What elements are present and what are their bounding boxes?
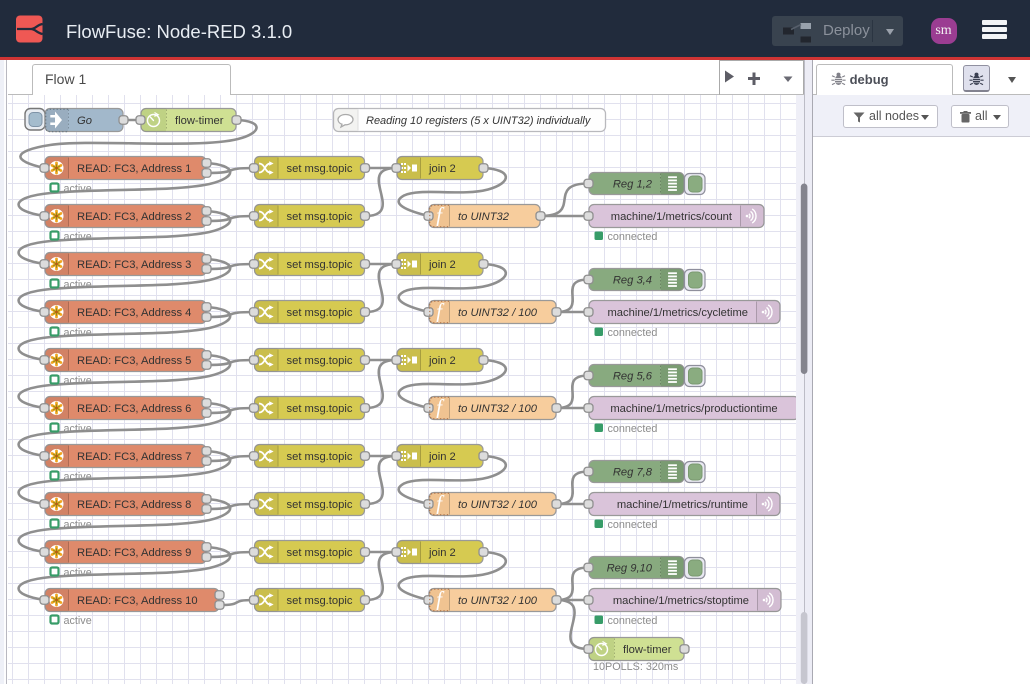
svg-text:machine/1/metrics/runtime: machine/1/metrics/runtime xyxy=(617,499,748,511)
svg-text:Go: Go xyxy=(77,115,92,127)
svg-text:Reg 7,8: Reg 7,8 xyxy=(613,467,653,479)
svg-text:READ: FC3, Address 3: READ: FC3, Address 3 xyxy=(77,259,191,271)
svg-text:to UINT32 / 100: to UINT32 / 100 xyxy=(458,499,538,511)
svg-text:active: active xyxy=(64,327,92,339)
svg-text:READ: FC3, Address 7: READ: FC3, Address 7 xyxy=(77,451,191,463)
svg-text:active: active xyxy=(64,231,92,243)
svg-text:to UINT32 / 100: to UINT32 / 100 xyxy=(458,307,538,319)
svg-text:f: f xyxy=(436,395,445,419)
svg-text:flow-timer: flow-timer xyxy=(175,115,224,127)
svg-text:to UINT32 / 100: to UINT32 / 100 xyxy=(458,403,538,415)
svg-text:active: active xyxy=(64,183,92,195)
svg-text:to UINT32 / 100: to UINT32 / 100 xyxy=(458,595,538,607)
svg-text:READ: FC3, Address 9: READ: FC3, Address 9 xyxy=(77,547,191,559)
svg-text:machine/1/metrics/stoptime: machine/1/metrics/stoptime xyxy=(613,595,749,607)
svg-text:set msg.topic: set msg.topic xyxy=(287,307,353,319)
svg-text:Reg 3,4: Reg 3,4 xyxy=(613,275,652,287)
svg-text:active: active xyxy=(64,519,92,531)
svg-text:active: active xyxy=(64,279,92,291)
svg-text:Reg 9,10: Reg 9,10 xyxy=(607,563,653,575)
svg-text:set msg.topic: set msg.topic xyxy=(287,595,353,607)
svg-text:active: active xyxy=(64,615,92,627)
svg-text:READ: FC3, Address 10: READ: FC3, Address 10 xyxy=(77,595,198,607)
svg-text:set msg.topic: set msg.topic xyxy=(287,403,353,415)
svg-text:f: f xyxy=(436,299,445,323)
svg-text:set msg.topic: set msg.topic xyxy=(287,163,353,175)
svg-text:f: f xyxy=(436,491,445,515)
svg-text:10POLLS: 320ms: 10POLLS: 320ms xyxy=(593,661,679,673)
svg-text:join 2: join 2 xyxy=(428,451,456,463)
svg-text:machine/1/metrics/count: machine/1/metrics/count xyxy=(611,211,733,223)
svg-text:active: active xyxy=(64,471,92,483)
svg-text:set msg.topic: set msg.topic xyxy=(287,547,353,559)
svg-text:READ: FC3, Address 8: READ: FC3, Address 8 xyxy=(77,499,191,511)
svg-text:join 2: join 2 xyxy=(428,163,456,175)
svg-text:active: active xyxy=(64,567,92,579)
svg-text:set msg.topic: set msg.topic xyxy=(287,355,353,367)
svg-text:to UINT32: to UINT32 xyxy=(458,211,510,223)
svg-text:connected: connected xyxy=(608,615,658,627)
svg-text:Reg 1,2: Reg 1,2 xyxy=(613,179,653,191)
svg-text:set msg.topic: set msg.topic xyxy=(287,259,353,271)
svg-text:f: f xyxy=(436,203,445,227)
svg-text:READ: FC3, Address 2: READ: FC3, Address 2 xyxy=(77,211,191,223)
svg-text:connected: connected xyxy=(608,327,658,339)
svg-text:flow-timer: flow-timer xyxy=(623,644,672,656)
svg-text:active: active xyxy=(64,423,92,435)
svg-text:Reading 10 registers (5 x UINT: Reading 10 registers (5 x UINT32) indivi… xyxy=(366,115,592,127)
svg-text:connected: connected xyxy=(608,423,658,435)
svg-text:READ: FC3, Address 4: READ: FC3, Address 4 xyxy=(77,307,191,319)
svg-text:READ: FC3, Address 1: READ: FC3, Address 1 xyxy=(77,163,191,175)
svg-text:Reg 5,6: Reg 5,6 xyxy=(613,371,653,383)
svg-text:READ: FC3, Address 6: READ: FC3, Address 6 xyxy=(77,403,191,415)
svg-text:set msg.topic: set msg.topic xyxy=(287,499,353,511)
svg-text:join 2: join 2 xyxy=(428,259,456,271)
svg-text:join 2: join 2 xyxy=(428,355,456,367)
svg-text:active: active xyxy=(64,375,92,387)
svg-text:connected: connected xyxy=(608,519,658,531)
svg-text:READ: FC3, Address 5: READ: FC3, Address 5 xyxy=(77,355,191,367)
svg-text:connected: connected xyxy=(608,231,658,243)
svg-text:machine/1/metrics/productionti: machine/1/metrics/productiontime xyxy=(610,403,777,415)
svg-text:set msg.topic: set msg.topic xyxy=(287,211,353,223)
svg-text:f: f xyxy=(436,587,445,611)
svg-text:set msg.topic: set msg.topic xyxy=(287,451,353,463)
svg-text:machine/1/metrics/cycletime: machine/1/metrics/cycletime xyxy=(607,307,748,319)
svg-text:join 2: join 2 xyxy=(428,547,456,559)
